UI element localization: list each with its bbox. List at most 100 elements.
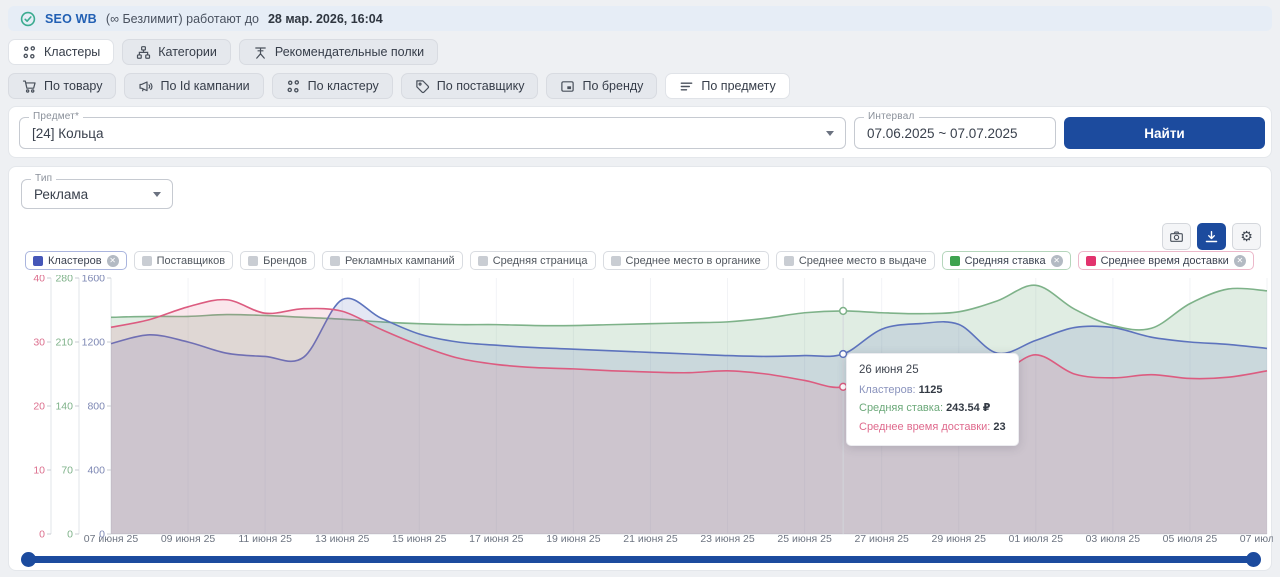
subject-select-label: Предмет* (29, 111, 83, 122)
y-axis-tick-label: 210 (55, 337, 73, 349)
legend-chip-label: Средняя ставка (965, 255, 1046, 267)
legend-chip-1[interactable]: Поставщиков (134, 251, 234, 270)
tooltip-row: Среднее время доставки: 23 (859, 418, 1006, 437)
y-axis-tick-label: 140 (55, 401, 73, 413)
chip-close-icon[interactable]: ✕ (1051, 255, 1063, 267)
interval-input[interactable]: Интервал 07.06.2025 ~ 07.07.2025 (854, 117, 1056, 149)
series-color-swatch (478, 256, 488, 266)
tab-clusters[interactable]: Кластеры (8, 39, 114, 65)
legend-chip-5[interactable]: Среднее место в органике (603, 251, 769, 270)
series-color-swatch (784, 256, 794, 266)
x-axis-tick-label: 27 июня 25 (854, 533, 909, 545)
cluster-icon (22, 45, 37, 60)
x-axis-tick-label: 25 июня 25 (777, 533, 832, 545)
x-axis-tick-label: 03 июля 25 (1086, 533, 1141, 545)
interval-input-label: Интервал (864, 111, 919, 122)
slider-selected-range[interactable] (29, 556, 1253, 563)
x-axis-tick-label: 17 июня 25 (469, 533, 524, 545)
subtab-by-subject[interactable]: По предмету (665, 73, 789, 99)
series-legend: Кластеров ✕ Поставщиков Брендов Рекламных ка… (25, 251, 1254, 270)
chip-close-icon[interactable]: ✕ (1234, 255, 1246, 267)
chevron-down-icon (826, 131, 834, 136)
subject-select-value: [24] Кольца (32, 126, 104, 141)
tooltip-date: 26 июня 25 (859, 361, 1006, 381)
subtab-by-brand[interactable]: По бренду (546, 73, 657, 99)
x-axis-tick-label: 29 июня 25 (932, 533, 987, 545)
y-axis-tick-label: 0 (99, 529, 105, 541)
chip-close-icon[interactable]: ✕ (107, 255, 119, 267)
series-color-swatch (611, 256, 621, 266)
legend-chip-6[interactable]: Среднее место в выдаче (776, 251, 935, 270)
legend-chip-label: Средняя страница (493, 255, 588, 267)
legend-chip-8[interactable]: Среднее время доставки✕ (1078, 251, 1254, 270)
area-chart: 07 июня 2509 июня 2511 июня 2513 июня 25… (9, 275, 1273, 547)
type-select[interactable]: Тип Реклама (21, 179, 173, 209)
cluster-icon (286, 79, 301, 94)
x-axis-tick-label: 05 июля 25 (1163, 533, 1218, 545)
legend-chip-label: Брендов (263, 255, 307, 267)
subscription-banner: SEO WB (∞ Безлимит) работают до 28 мар. … (8, 6, 1272, 31)
plan-text: (∞ Безлимит) работают до (106, 12, 259, 26)
slider-handle-left[interactable] (21, 552, 36, 567)
hover-point-avg-bid (840, 308, 847, 315)
x-axis-tick-label: 07 июня 25 (84, 533, 139, 545)
tab-label: Рекомендательные полки (275, 45, 424, 59)
image-icon (560, 79, 575, 94)
tab-label: По кластеру (308, 79, 379, 93)
search-button[interactable]: Найти (1064, 117, 1265, 149)
y-axis-tick-label: 0 (39, 529, 45, 541)
legend-chip-label: Среднее место в органике (626, 255, 761, 267)
subtab-by-campaign-id[interactable]: По Id кампании (124, 73, 263, 99)
tag-icon (415, 79, 430, 94)
x-axis-tick-label: 01 июля 25 (1009, 533, 1064, 545)
y-axis-tick-label: 1200 (82, 337, 106, 349)
x-axis-tick-label: 15 июня 25 (392, 533, 447, 545)
tab-recommendation-shelves[interactable]: Рекомендательные полки (239, 39, 438, 65)
y-axis-tick-label: 30 (33, 337, 45, 349)
legend-chip-label: Поставщиков (157, 255, 226, 267)
legend-chip-4[interactable]: Средняя страница (470, 251, 596, 270)
filter-panel: Предмет* [24] Кольца Интервал 07.06.2025… (8, 106, 1272, 158)
tab-label: Кластеры (44, 45, 100, 59)
chart-toolbar: ⚙ (1162, 223, 1261, 250)
tab-label: По товару (44, 79, 102, 93)
download-icon (1204, 229, 1219, 244)
subtab-by-product[interactable]: По товару (8, 73, 116, 99)
legend-chip-label: Кластеров (48, 255, 102, 267)
chevron-down-icon (153, 192, 161, 197)
type-select-value: Реклама (34, 187, 88, 202)
y-axis-tick-label: 1600 (82, 275, 106, 285)
cart-icon (22, 79, 37, 94)
screenshot-button[interactable] (1162, 223, 1191, 250)
x-axis-tick-label: 09 июня 25 (161, 533, 216, 545)
camera-icon (1169, 229, 1184, 244)
chart-plot-area[interactable]: 07 июня 2509 июня 2511 июня 2513 июня 25… (9, 275, 1273, 547)
app-title: SEO WB (45, 12, 97, 26)
tab-label: По предмету (701, 79, 775, 93)
legend-chip-7[interactable]: Средняя ставка ✕ (942, 251, 1071, 270)
subtab-by-supplier[interactable]: По поставщику (401, 73, 539, 99)
date-range-slider[interactable] (25, 552, 1257, 567)
y-axis-tick-label: 70 (61, 465, 73, 477)
series-color-swatch (330, 256, 340, 266)
download-button[interactable] (1197, 223, 1226, 250)
main-tabs: Кластеры Категории Рекомендательные полк… (8, 39, 438, 65)
series-color-swatch (248, 256, 258, 266)
check-circle-icon (20, 11, 36, 27)
series-color-swatch (1086, 256, 1096, 266)
legend-chip-3[interactable]: Рекламных кампаний (322, 251, 463, 270)
subject-select[interactable]: Предмет* [24] Кольца (19, 117, 846, 149)
tab-label: Категории (158, 45, 217, 59)
plan-deadline: 28 мар. 2026, 16:04 (268, 12, 383, 26)
tab-categories[interactable]: Категории (122, 39, 231, 65)
slider-handle-right[interactable] (1246, 552, 1261, 567)
type-select-label: Тип (31, 173, 56, 184)
legend-chip-2[interactable]: Брендов (240, 251, 315, 270)
legend-chip-0[interactable]: Кластеров ✕ (25, 251, 127, 270)
x-axis-tick-label: 07 июля 25 (1240, 533, 1273, 545)
shelf-icon (253, 45, 268, 60)
settings-button[interactable]: ⚙ (1232, 223, 1261, 250)
subtab-by-cluster[interactable]: По кластеру (272, 73, 393, 99)
sub-tabs: По товару По Id кампании По кластеру По … (8, 73, 790, 99)
legend-chip-label: Среднее место в выдаче (799, 255, 927, 267)
